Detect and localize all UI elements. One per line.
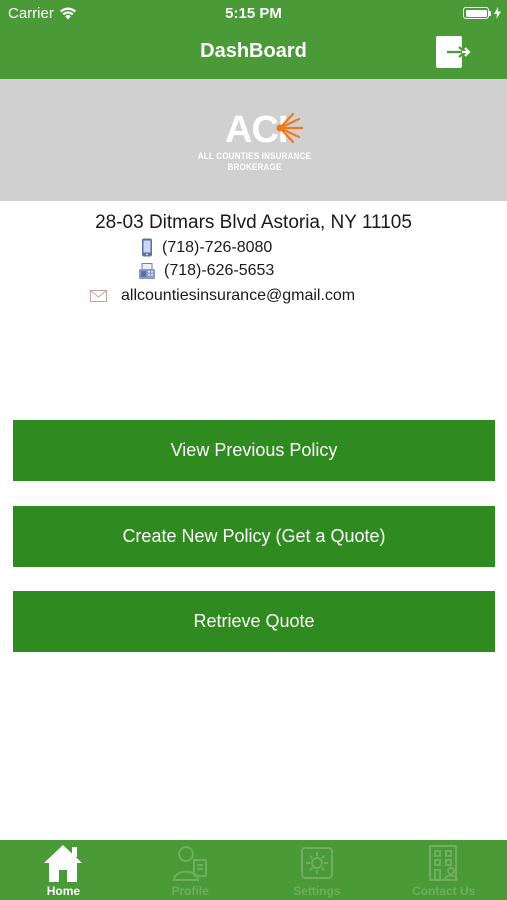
battery-icon xyxy=(463,7,489,19)
status-bar: Carrier 5:15 PM xyxy=(0,0,507,28)
tab-home[interactable]: Home xyxy=(0,840,127,900)
email-address[interactable]: allcountiesinsurance@gmail.com xyxy=(121,287,355,305)
status-time: 5:15 PM xyxy=(225,5,282,22)
logo-burst-icon xyxy=(276,112,304,144)
tab-contact-us[interactable]: Contact Us xyxy=(380,840,507,900)
fax-number[interactable]: (718)-626-5653 xyxy=(164,262,274,280)
email-row: allcountiesinsurance@gmail.com xyxy=(90,287,355,305)
brand-banner: ACI ALL COUNTIES INSURANCE BROKERAGE xyxy=(0,79,507,201)
battery-indicator xyxy=(463,7,501,19)
mobile-phone-icon xyxy=(142,238,152,257)
view-previous-policy-button[interactable]: View Previous Policy xyxy=(13,420,495,481)
logo-subtitle: ALL COUNTIES INSURANCE BROKERAGE xyxy=(197,151,312,173)
email-envelope-icon xyxy=(90,290,107,302)
create-new-policy-button[interactable]: Create New Policy (Get a Quote) xyxy=(13,506,495,567)
tab-label-settings: Settings xyxy=(293,884,341,898)
company-logo: ACI ALL COUNTIES INSURANCE BROKERAGE xyxy=(172,109,337,173)
tab-profile[interactable]: Profile xyxy=(127,840,254,900)
tab-label-profile: Profile xyxy=(171,884,209,898)
fax-row: (718)-626-5653 xyxy=(138,262,274,280)
tab-settings[interactable]: Settings xyxy=(254,840,381,900)
navigation-bar: DashBoard xyxy=(0,28,507,79)
fax-icon xyxy=(139,262,155,279)
contact-icon xyxy=(428,845,458,881)
logout-icon xyxy=(436,36,471,68)
charging-icon xyxy=(494,7,501,19)
phone-number[interactable]: (718)-726-8080 xyxy=(162,239,272,257)
logout-button[interactable] xyxy=(434,34,472,72)
profile-icon xyxy=(173,846,208,881)
home-icon xyxy=(44,845,83,882)
settings-icon xyxy=(300,847,333,879)
office-address: 28-03 Ditmars Blvd Astoria, NY 11105 xyxy=(95,212,412,233)
phone-row: (718)-726-8080 xyxy=(140,238,272,257)
tab-label-contact-us: Contact Us xyxy=(411,884,476,898)
page-title: DashBoard xyxy=(200,40,307,62)
tab-bar: Home Profile Settings Contact Us xyxy=(0,840,507,900)
retrieve-quote-button[interactable]: Retrieve Quote xyxy=(13,591,495,652)
tab-label-home: Home xyxy=(46,884,81,898)
